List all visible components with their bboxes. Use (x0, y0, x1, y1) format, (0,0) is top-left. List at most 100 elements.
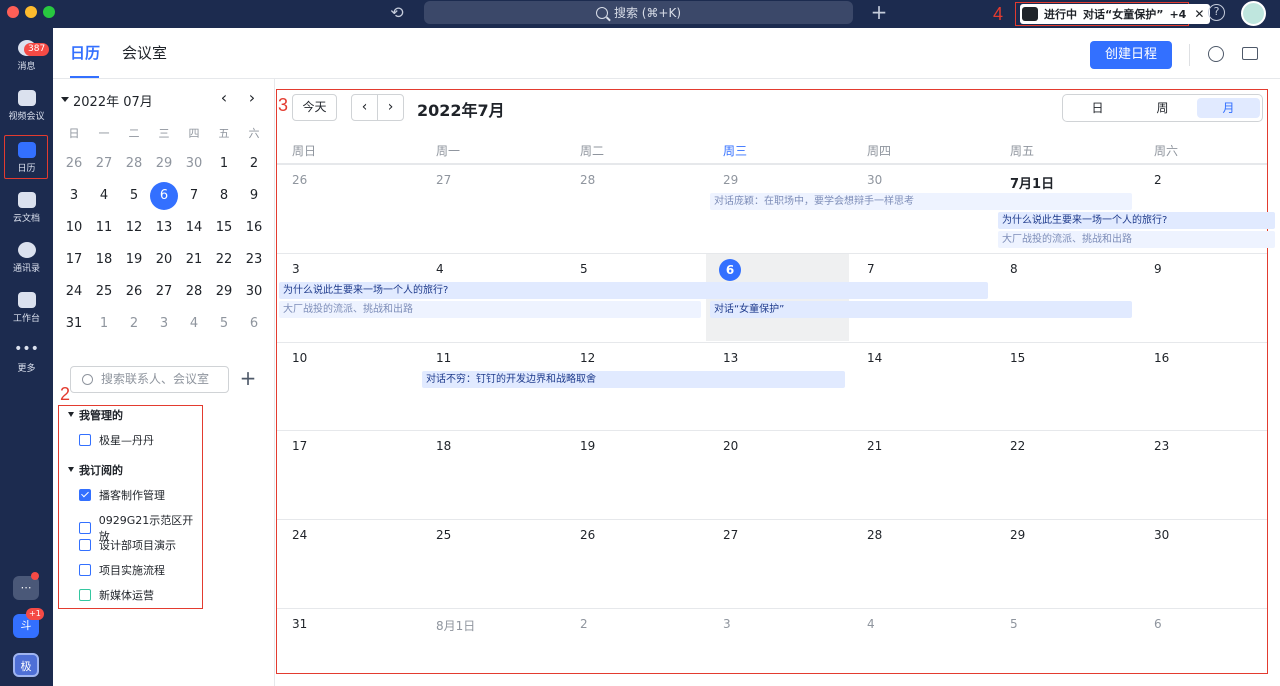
calendar-checkbox[interactable] (79, 564, 91, 576)
minimize-window-button[interactable] (25, 6, 37, 18)
mini-calendar-day[interactable]: 8 (209, 182, 239, 210)
mini-calendar-day[interactable]: 29 (149, 150, 179, 178)
mini-calendar-day[interactable]: 4 (179, 310, 209, 338)
mini-calendar-day[interactable]: 3 (59, 182, 89, 210)
mini-calendar-day[interactable]: 9 (239, 182, 269, 210)
help-icon[interactable]: ? (1208, 4, 1225, 21)
mini-calendar-day[interactable]: 19 (119, 246, 149, 274)
calendar-item[interactable]: 极星—丹丹 (79, 432, 154, 448)
today-button[interactable]: 今天 (292, 94, 337, 121)
ongoing-meeting-indicator[interactable]: 进行中 对话“女童保护” +4 ✕ (1015, 2, 1211, 26)
month-day-cell[interactable]: 22 (1010, 439, 1025, 453)
calendar-item[interactable]: 播客制作管理 (79, 487, 165, 503)
gear-icon[interactable] (1208, 46, 1224, 62)
month-day-cell[interactable]: 9 (1154, 262, 1162, 276)
mini-calendar-day[interactable]: 14 (179, 214, 209, 242)
mini-calendar-day[interactable]: 23 (239, 246, 269, 274)
app-ji-button[interactable]: 极 (13, 653, 39, 677)
mini-calendar-day[interactable]: 5 (119, 182, 149, 210)
month-day-cell[interactable]: 8 (1010, 262, 1018, 276)
month-day-cell[interactable]: 30 (867, 173, 882, 187)
mini-calendar-day[interactable]: 4 (89, 182, 119, 210)
mini-calendar-day[interactable]: 17 (59, 246, 89, 274)
month-day-cell[interactable]: 6 (1154, 617, 1162, 631)
global-search-bar[interactable]: 搜索 (⌘+K) (424, 1, 853, 24)
collapse-triangle-icon[interactable] (68, 467, 74, 472)
month-day-cell[interactable]: 28 (867, 528, 882, 542)
event-bar[interactable]: 对话“女童保护” (710, 301, 1132, 318)
mini-calendar-day[interactable]: 2 (239, 150, 269, 178)
month-day-cell[interactable]: 16 (1154, 351, 1169, 365)
mini-calendar-day[interactable]: 20 (149, 246, 179, 274)
month-day-cell[interactable]: 2 (1154, 173, 1162, 187)
month-day-cell[interactable]: 15 (1010, 351, 1025, 365)
month-day-cell[interactable]: 4 (867, 617, 875, 631)
tab-calendar[interactable]: 日历 (70, 42, 100, 63)
today-day-number[interactable]: 6 (719, 259, 741, 281)
subscribed-group-title[interactable]: 我订阅的 (79, 462, 123, 478)
view-day-option[interactable]: 日 (1066, 98, 1129, 118)
popout-window-icon[interactable] (1242, 47, 1258, 60)
mini-calendar-day[interactable]: 27 (89, 150, 119, 178)
add-calendar-button[interactable]: + (238, 367, 258, 389)
mini-calendar-day[interactable]: 28 (119, 150, 149, 178)
month-day-cell[interactable]: 17 (292, 439, 307, 453)
event-bar[interactable]: 对话不穷：钉钉的开发边界和战略取舍 (422, 371, 845, 388)
close-window-button[interactable] (7, 6, 19, 18)
mini-calendar-day[interactable]: 1 (89, 310, 119, 338)
calendar-item[interactable]: 项目实施流程 (79, 562, 165, 578)
managed-group-title[interactable]: 我管理的 (79, 407, 123, 423)
month-day-cell[interactable]: 5 (1010, 617, 1018, 631)
month-day-cell[interactable]: 8月1日 (436, 617, 475, 634)
mini-calendar-day[interactable]: 13 (149, 214, 179, 242)
calendar-item[interactable]: 新媒体运营 (79, 587, 154, 603)
mini-calendar-day[interactable]: 15 (209, 214, 239, 242)
ongoing-meeting-chip[interactable]: 进行中 对话“女童保护” +4 ✕ (1020, 4, 1211, 24)
calendar-checkbox[interactable] (79, 522, 91, 534)
mini-calendar-day[interactable]: 6 (239, 310, 269, 338)
rail-item-workplace[interactable]: 工作台 (0, 288, 53, 332)
event-bar[interactable]: 大厂战投的流派、挑战和出路 (998, 231, 1275, 248)
mini-calendar-day[interactable]: 25 (89, 278, 119, 306)
month-day-cell[interactable]: 24 (292, 528, 307, 542)
event-bar[interactable]: 对话庞颖：在职场中，要学会想辩手一样思考 (710, 193, 1132, 210)
mini-calendar-day[interactable]: 30 (179, 150, 209, 178)
rail-item-more[interactable]: ••• 更多 (0, 338, 53, 382)
mini-calendar-day[interactable]: 22 (209, 246, 239, 274)
collapse-triangle-icon[interactable] (61, 97, 69, 102)
rail-item-video-meeting[interactable]: 视频会议 (0, 86, 53, 130)
month-day-cell[interactable]: 3 (292, 262, 300, 276)
month-day-cell[interactable]: 29 (1010, 528, 1025, 542)
mini-calendar-day[interactable]: 29 (209, 278, 239, 306)
month-day-cell[interactable]: 11 (436, 351, 451, 365)
month-day-cell[interactable]: 2 (580, 617, 588, 631)
mini-calendar-day[interactable]: 10 (59, 214, 89, 242)
rail-item-docs[interactable]: 云文档 (0, 188, 53, 232)
month-day-cell[interactable]: 12 (580, 351, 595, 365)
calendar-checkbox[interactable] (79, 434, 91, 446)
avatar[interactable] (1241, 1, 1266, 26)
month-day-cell[interactable]: 25 (436, 528, 451, 542)
mini-calendar-day[interactable]: 28 (179, 278, 209, 306)
event-bar[interactable]: 为什么说此生要来一场一个人的旅行? (998, 212, 1275, 229)
month-day-cell[interactable]: 26 (580, 528, 595, 542)
event-bar[interactable]: 为什么说此生要来一场一个人的旅行? (279, 282, 988, 299)
next-month-button[interactable]: › (378, 95, 403, 120)
mini-prev-month-button[interactable]: ‹ (215, 89, 233, 107)
mini-calendar-day[interactable]: 18 (89, 246, 119, 274)
month-day-cell[interactable]: 14 (867, 351, 882, 365)
month-day-cell[interactable]: 29 (723, 173, 738, 187)
history-icon[interactable]: ⟲ (388, 4, 406, 22)
close-icon[interactable]: ✕ (1194, 7, 1204, 21)
mini-calendar-day[interactable]: 31 (59, 310, 89, 338)
month-day-cell[interactable]: 26 (292, 173, 307, 187)
mini-calendar-day[interactable]: 5 (209, 310, 239, 338)
prev-month-button[interactable]: ‹ (352, 95, 378, 120)
mini-calendar-title[interactable]: 2022年 07月 (73, 91, 153, 110)
rail-item-messages[interactable]: 消息 387 (0, 36, 53, 80)
mini-calendar-day[interactable]: 30 (239, 278, 269, 306)
collapse-triangle-icon[interactable] (68, 412, 74, 417)
month-day-cell[interactable]: 5 (580, 262, 588, 276)
mini-calendar-day[interactable]: 11 (89, 214, 119, 242)
mini-calendar-day[interactable]: 2 (119, 310, 149, 338)
